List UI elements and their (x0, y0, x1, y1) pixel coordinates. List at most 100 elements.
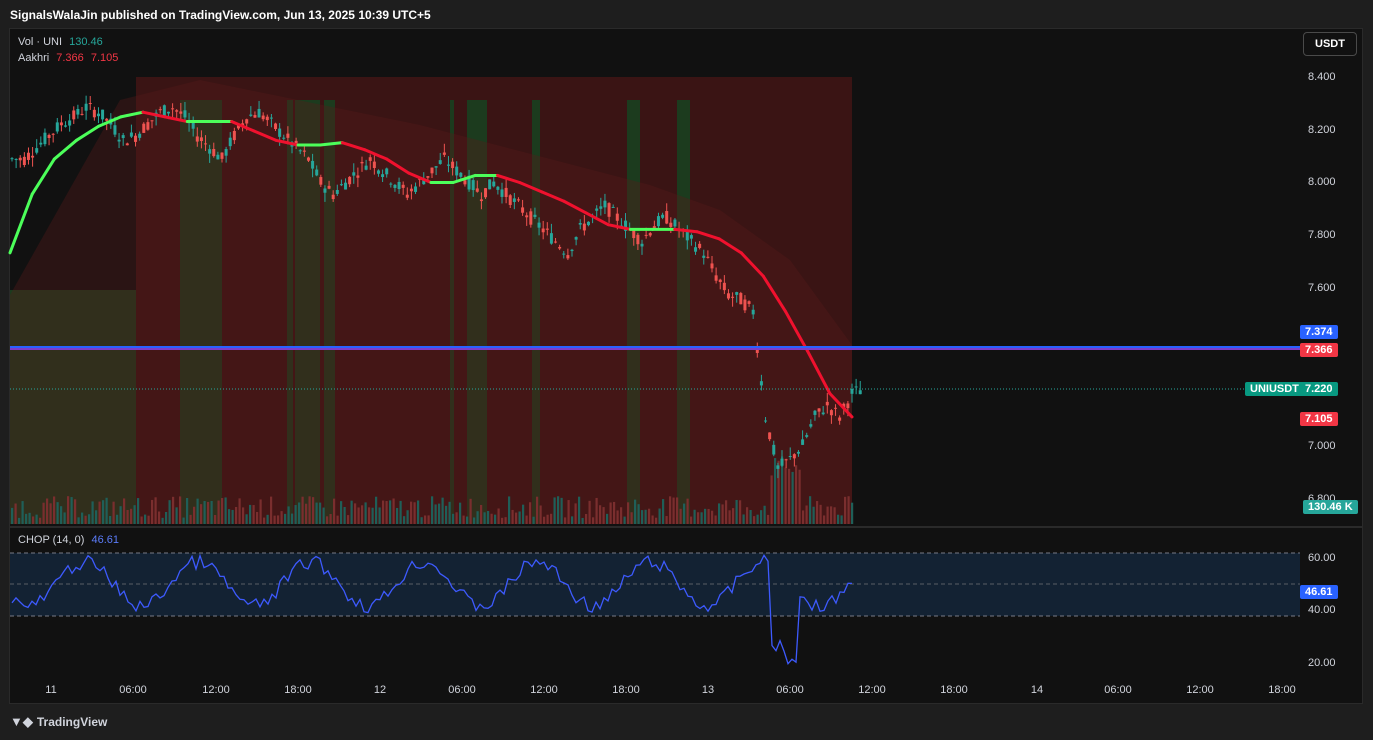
candle-body (389, 183, 393, 185)
volume-bar (816, 501, 819, 524)
candle-body (59, 122, 63, 126)
candle-body (364, 165, 368, 170)
volume-bar (564, 517, 567, 524)
volume-bar (203, 500, 206, 524)
candle-body (661, 214, 665, 218)
candle-body (335, 190, 339, 194)
volume-bar (840, 515, 843, 524)
candle-body (710, 263, 714, 269)
candle-body (537, 222, 541, 228)
volume-bar (774, 458, 777, 524)
aakhri-value-2: 7.105 (90, 52, 119, 64)
footer-brand[interactable]: ▼◆ TradingView (10, 714, 107, 730)
volume-bar (665, 516, 668, 524)
chop-label: CHOP (14, 0) (18, 534, 85, 546)
volume-bar (179, 496, 182, 524)
candle-body (599, 206, 603, 209)
volume-bar (277, 515, 280, 524)
candle-body (632, 230, 636, 239)
volume-bar (683, 503, 686, 524)
volume-bar (424, 515, 427, 524)
volume-bar (98, 501, 101, 524)
candle-body (801, 439, 805, 445)
time-tick: 18:00 (940, 684, 968, 696)
volume-bar (39, 517, 42, 524)
candle-body (488, 179, 492, 190)
volume-bar (105, 497, 108, 524)
candle-body (706, 256, 710, 258)
candle-body (51, 133, 55, 135)
candle-body (574, 237, 578, 240)
volume-bar (784, 467, 787, 524)
volume-bar (788, 468, 791, 524)
volume-bar (833, 507, 836, 524)
volume-bar (830, 506, 833, 524)
volume-bar (217, 500, 220, 524)
candle-body (166, 111, 170, 114)
candle-body (858, 390, 862, 395)
candle-body (39, 142, 43, 145)
candle-body (35, 148, 39, 153)
volume-bar (592, 517, 595, 524)
volume-bar (557, 496, 560, 524)
volume-bar (753, 516, 756, 524)
time-tick: 06:00 (1104, 684, 1132, 696)
candle-body (393, 184, 397, 188)
volume-bar (739, 500, 742, 524)
volume-bar (207, 501, 210, 524)
time-tick: 12:00 (858, 684, 886, 696)
volume-bar (347, 515, 350, 524)
candle-body (755, 349, 759, 353)
volume-bar (333, 498, 336, 524)
candle-body (796, 451, 800, 454)
candle-body (673, 219, 677, 227)
volume-bar (151, 499, 154, 524)
volume-bar (578, 496, 581, 524)
volume-bar (245, 514, 248, 524)
chart-canvas[interactable] (0, 0, 1373, 740)
volume-bar (193, 506, 196, 524)
volume-bar (42, 502, 45, 524)
volume-bar (588, 500, 591, 524)
candle-body (158, 109, 162, 111)
trend-line-segment (30, 157, 56, 196)
volume-bar (651, 515, 654, 524)
time-tick: 12 (373, 684, 387, 696)
candle-body (162, 105, 166, 117)
lower-band-tag: 7.105 (1300, 412, 1338, 426)
volume-bar (63, 512, 66, 524)
candle-body (459, 172, 463, 177)
volume-bar (123, 498, 126, 524)
candle-body (150, 120, 154, 122)
candle-body (76, 108, 80, 115)
volume-bar (473, 517, 476, 524)
volume-bar (74, 499, 77, 524)
volume-bar (669, 496, 672, 524)
volume-bar (742, 514, 745, 524)
volume-tag: 130.46 K (1303, 500, 1358, 514)
volume-bar (301, 496, 304, 524)
currency-button[interactable]: USDT (1303, 32, 1357, 56)
volume-bar (56, 502, 59, 524)
candle-body (101, 109, 105, 120)
candle-body (825, 401, 829, 406)
volume-bar (763, 505, 766, 524)
candle-body (500, 189, 504, 197)
volume-bar (287, 506, 290, 524)
time-tick: 06:00 (119, 684, 147, 696)
candle-body (521, 207, 525, 213)
candle-body (850, 389, 854, 394)
candle-body (385, 168, 389, 175)
volume-bar (168, 500, 171, 524)
volume-bar (571, 516, 574, 524)
candle-body (615, 213, 619, 221)
candle-body (331, 194, 335, 200)
candle-body (269, 117, 273, 119)
candle-body (409, 188, 413, 192)
symbol-tag: UNIUSDT (1245, 382, 1304, 396)
volume-bar (445, 505, 448, 524)
candle-body (228, 137, 232, 147)
volume-bar (329, 513, 332, 524)
candle-body (846, 403, 850, 409)
volume-bar (182, 517, 185, 524)
